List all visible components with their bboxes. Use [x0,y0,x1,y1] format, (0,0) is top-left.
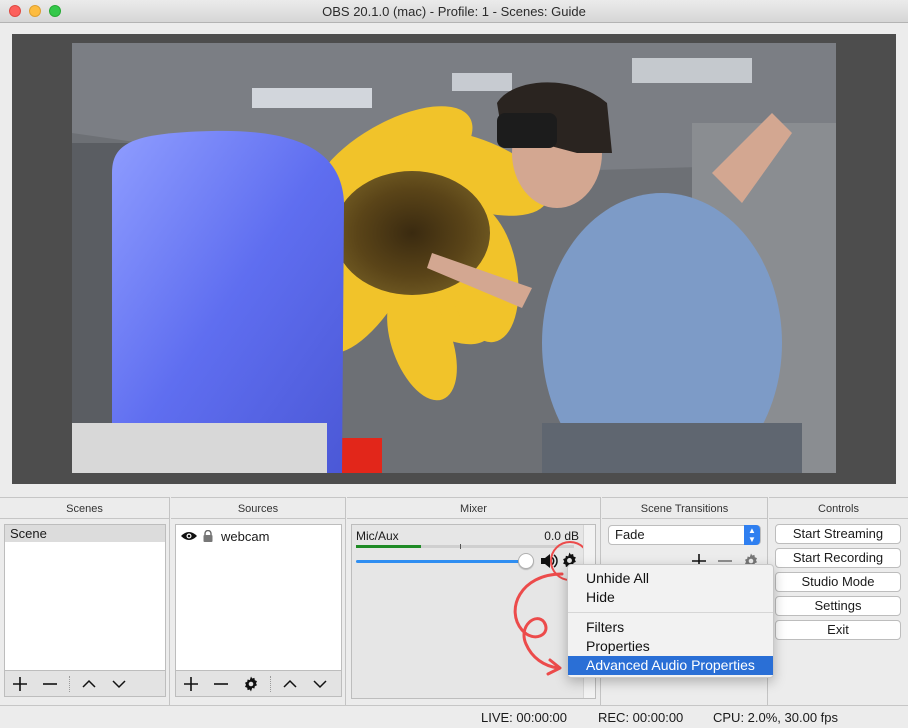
toolbar-divider [270,675,271,692]
cpu-status: CPU: 2.0%, 30.00 fps [713,710,839,725]
transition-select[interactable]: Fade ▲ ▼ [608,525,761,545]
status-bar: LIVE: 00:00:00 REC: 00:00:00 CPU: 2.0%, … [0,705,908,728]
volume-meter-tick [460,544,461,549]
chevron-up-icon [82,679,96,688]
controls-title: Controls [769,497,908,519]
menu-item-filters[interactable]: Filters [568,618,773,637]
volume-slider[interactable] [356,560,524,563]
settings-button[interactable]: Settings [775,596,901,616]
menu-item-advanced-audio-properties[interactable]: Advanced Audio Properties [568,656,773,675]
lock-icon[interactable] [203,530,213,542]
sources-title: Sources [171,497,345,519]
volume-meter-level [356,545,422,548]
mixer-title: Mixer [347,497,600,519]
minus-icon [214,682,228,685]
chevron-up-icon [283,679,297,688]
rec-status: REC: 00:00:00 [598,710,684,725]
mixer-dock: Mixer Mic/Aux 0.0 dB [347,497,601,705]
transitions-title: Scene Transitions [602,497,767,519]
preview-canvas[interactable] [72,43,836,473]
menu-item-properties[interactable]: Properties [568,637,773,656]
remove-scene-button[interactable] [35,672,65,696]
volume-slider-handle[interactable] [518,553,534,569]
menu-divider [568,612,773,613]
start-recording-button[interactable]: Start Recording [775,548,901,568]
plus-icon [13,676,27,691]
move-scene-down-button[interactable] [104,672,134,696]
source-item[interactable]: webcam [176,525,341,547]
scenes-dock: Scenes Scene [0,497,170,705]
window-title: OBS 20.1.0 (mac) - Profile: 1 - Scenes: … [322,4,586,19]
sources-toolbar [175,671,342,697]
plus-icon [184,676,198,691]
chevron-down-icon [313,679,327,688]
move-source-up-button[interactable] [275,672,305,696]
studio-mode-button[interactable]: Studio Mode [775,572,901,592]
select-arrows-icon: ▲ ▼ [744,525,760,545]
menu-item-hide[interactable]: Hide [568,588,773,607]
source-label: webcam [221,528,270,544]
scenes-title: Scenes [0,497,169,519]
controls-dock: Controls Start Streaming Start Recording… [769,497,908,705]
move-source-down-button[interactable] [305,672,335,696]
add-scene-button[interactable] [5,672,35,696]
sources-dock: Sources webcam [171,497,346,705]
eye-icon[interactable] [181,531,197,541]
webcam-preview-image [72,43,836,473]
toolbar-divider [69,675,70,692]
title-bar: OBS 20.1.0 (mac) - Profile: 1 - Scenes: … [0,0,908,23]
scenes-toolbar [4,671,166,697]
scenes-list[interactable]: Scene [4,524,166,671]
gear-icon [245,676,257,691]
volume-meter [356,544,574,549]
scene-item[interactable]: Scene [5,525,165,542]
mixer-channel-list: Mic/Aux 0.0 dB [351,524,596,699]
start-streaming-button[interactable]: Start Streaming [775,524,901,544]
exit-button[interactable]: Exit [775,620,901,640]
minus-icon [43,682,57,685]
transition-select-value: Fade [615,527,645,542]
mixer-context-menu: Unhide All Hide Filters Properties Advan… [567,564,774,678]
source-properties-button[interactable] [236,672,266,696]
remove-source-button[interactable] [206,672,236,696]
live-status: LIVE: 00:00:00 [481,710,568,725]
add-source-button[interactable] [176,672,206,696]
sources-list[interactable]: webcam [175,524,342,671]
move-scene-up-button[interactable] [74,672,104,696]
mixer-channel-name: Mic/Aux [356,529,399,543]
menu-item-unhide-all[interactable]: Unhide All [568,569,773,588]
chevron-down-icon [112,679,126,688]
